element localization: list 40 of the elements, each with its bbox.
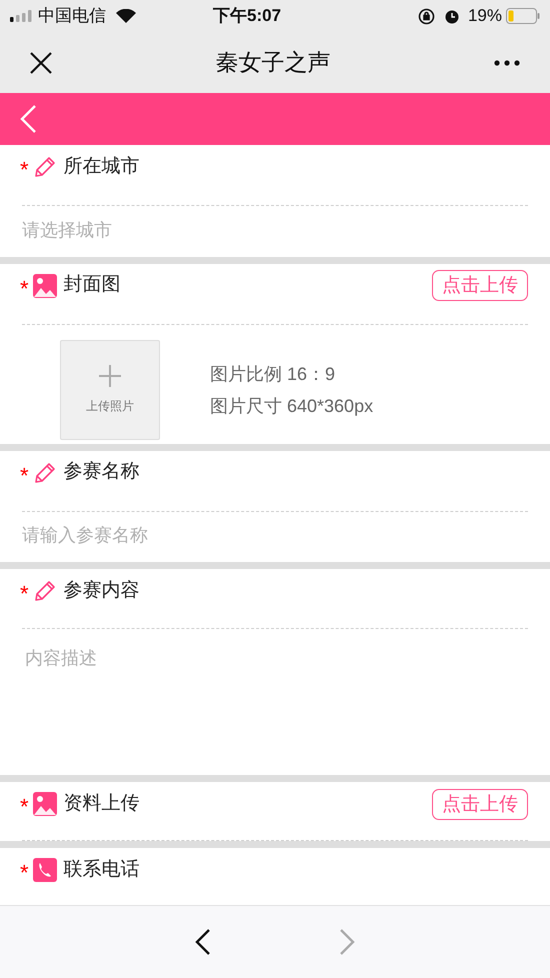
pencil-icon bbox=[32, 579, 57, 604]
field-label: 参赛名称 bbox=[64, 460, 140, 484]
pencil-icon bbox=[32, 155, 57, 179]
image-icon bbox=[32, 792, 57, 816]
field-label: 联系电话 bbox=[64, 858, 140, 882]
field-label: 资料上传 bbox=[64, 792, 140, 816]
battery-percent: 19% bbox=[468, 5, 502, 28]
signal-icon bbox=[10, 10, 34, 22]
image-spec-note: 图片尺寸 640*360px bbox=[210, 394, 374, 418]
upload-button[interactable]: 点击上传 bbox=[432, 788, 528, 820]
field-label: 封面图 bbox=[64, 273, 121, 298]
carrier-name: 中国电信 bbox=[38, 5, 106, 28]
required-mark: * bbox=[20, 796, 29, 818]
pencil-icon bbox=[32, 460, 57, 485]
content-textarea[interactable]: 内容描述 bbox=[25, 645, 525, 776]
back-button[interactable] bbox=[20, 105, 36, 133]
wifi-icon bbox=[116, 9, 136, 23]
upload-photo-label: 上传照片 bbox=[86, 398, 134, 415]
required-mark: * bbox=[20, 862, 29, 884]
clock-time: 下午5:07 bbox=[213, 5, 282, 28]
image-icon bbox=[32, 274, 57, 298]
required-mark: * bbox=[20, 583, 29, 606]
required-mark: * bbox=[20, 464, 29, 487]
required-mark: * bbox=[20, 278, 29, 300]
plus-icon bbox=[99, 364, 121, 387]
battery-icon bbox=[506, 8, 540, 24]
rotation-lock-icon bbox=[418, 8, 435, 24]
browser-back-button[interactable] bbox=[195, 929, 211, 955]
phone-icon bbox=[32, 858, 57, 882]
field-label: 参赛内容 bbox=[64, 578, 140, 603]
field-label: 所在城市 bbox=[64, 154, 140, 179]
page-title: 秦女子之声 bbox=[214, 48, 332, 78]
name-input-field[interactable]: 请输入参赛名称 bbox=[22, 512, 528, 560]
city-select-field[interactable]: 请选择城市 bbox=[22, 206, 528, 254]
close-button[interactable] bbox=[30, 52, 52, 74]
image-spec-note: 图片比例 16：9 bbox=[210, 362, 336, 386]
upload-photo-tile[interactable]: 上传照片 bbox=[60, 340, 160, 440]
required-mark: * bbox=[20, 159, 29, 181]
upload-button[interactable]: 点击上传 bbox=[432, 270, 528, 302]
more-button[interactable] bbox=[494, 60, 520, 66]
